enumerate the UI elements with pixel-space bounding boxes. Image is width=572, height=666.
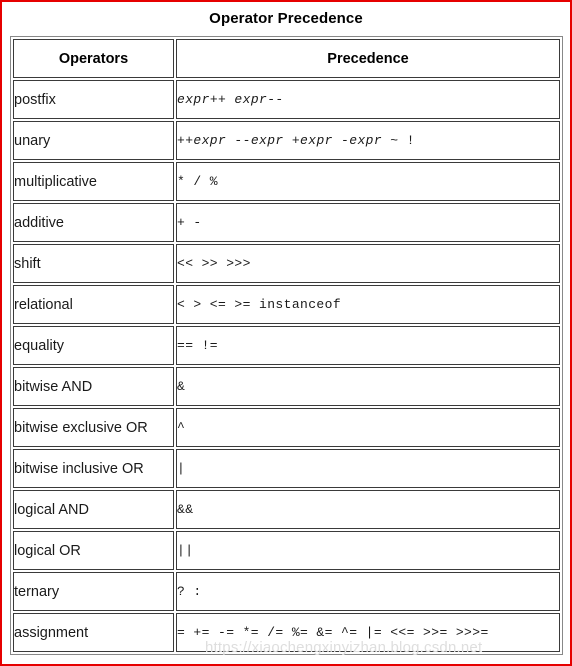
operator-group-cell: postfix xyxy=(13,80,174,119)
operator-symbols-cell: ? : xyxy=(176,572,560,611)
table-header-row: Operators Precedence xyxy=(13,39,560,78)
page-title: Operator Precedence xyxy=(209,10,363,27)
table-row: assignment = += -= *= /= %= &= ^= |= <<= … xyxy=(13,613,560,652)
operator-symbols-cell: = += -= *= /= %= &= ^= |= <<= >>= >>>= xyxy=(176,613,560,652)
column-header-precedence: Precedence xyxy=(176,39,560,78)
expr-token: expr xyxy=(234,92,268,107)
expr-token: expr xyxy=(349,133,383,148)
operator-group-cell: bitwise exclusive OR xyxy=(13,408,174,447)
operator-symbols-cell: ^ xyxy=(176,408,560,447)
operator-symbols-cell: | xyxy=(176,449,560,488)
table-body: postfix expr++ expr-- unary ++expr --expr +… xyxy=(13,80,560,652)
operator-symbols-cell: || xyxy=(176,531,560,570)
expr-token: expr xyxy=(250,133,284,148)
operator-group-cell: assignment xyxy=(13,613,174,652)
operator-group-cell: additive xyxy=(13,203,174,242)
operator-symbols-cell: << >> >>> xyxy=(176,244,560,283)
operator-symbols-cell: ++expr --expr +expr -expr ~ ! xyxy=(176,121,560,160)
operator-symbols-cell: expr++ expr-- xyxy=(176,80,560,119)
table-row: additive + - xyxy=(13,203,560,242)
page-frame: Operator Precedence Operators Precedence… xyxy=(0,0,572,666)
expr-token: expr xyxy=(193,133,227,148)
table-frame: Operators Precedence postfix expr++ expr-… xyxy=(10,36,563,655)
table-row: relational < > <= >= instanceof xyxy=(13,285,560,324)
operator-symbols-cell: && xyxy=(176,490,560,529)
table-row: shift << >> >>> xyxy=(13,244,560,283)
table-row: bitwise inclusive OR | xyxy=(13,449,560,488)
table-row: unary ++expr --expr +expr -expr ~ ! xyxy=(13,121,560,160)
table-row: equality == != xyxy=(13,326,560,365)
operator-group-cell: logical OR xyxy=(13,531,174,570)
operator-symbols-cell: < > <= >= instanceof xyxy=(176,285,560,324)
operator-group-cell: ternary xyxy=(13,572,174,611)
operator-symbols-cell: * / % xyxy=(176,162,560,201)
table-row: ternary? : xyxy=(13,572,560,611)
operator-group-cell: relational xyxy=(13,285,174,324)
table-row: logical AND && xyxy=(13,490,560,529)
table-header: Operators Precedence xyxy=(13,39,560,78)
operator-group-cell: bitwise inclusive OR xyxy=(13,449,174,488)
operator-group-cell: unary xyxy=(13,121,174,160)
operator-symbols-cell: & xyxy=(176,367,560,406)
expr-token: expr xyxy=(300,133,333,148)
operator-symbols-cell: + - xyxy=(176,203,560,242)
operator-symbols-cell: == != xyxy=(176,326,560,365)
operator-group-cell: multiplicative xyxy=(13,162,174,201)
expr-token: expr xyxy=(177,92,210,107)
table-row: multiplicative * / % xyxy=(13,162,560,201)
table-row: bitwise AND & xyxy=(13,367,560,406)
operator-group-cell: bitwise AND xyxy=(13,367,174,406)
operator-precedence-table: Operators Precedence postfix expr++ expr-… xyxy=(11,37,562,654)
operator-group-cell: equality xyxy=(13,326,174,365)
table-row: bitwise exclusive OR ^ xyxy=(13,408,560,447)
operator-group-cell: logical AND xyxy=(13,490,174,529)
column-header-operators: Operators xyxy=(13,39,174,78)
table-row: logical OR || xyxy=(13,531,560,570)
operator-group-cell: shift xyxy=(13,244,174,283)
table-row: postfix expr++ expr-- xyxy=(13,80,560,119)
